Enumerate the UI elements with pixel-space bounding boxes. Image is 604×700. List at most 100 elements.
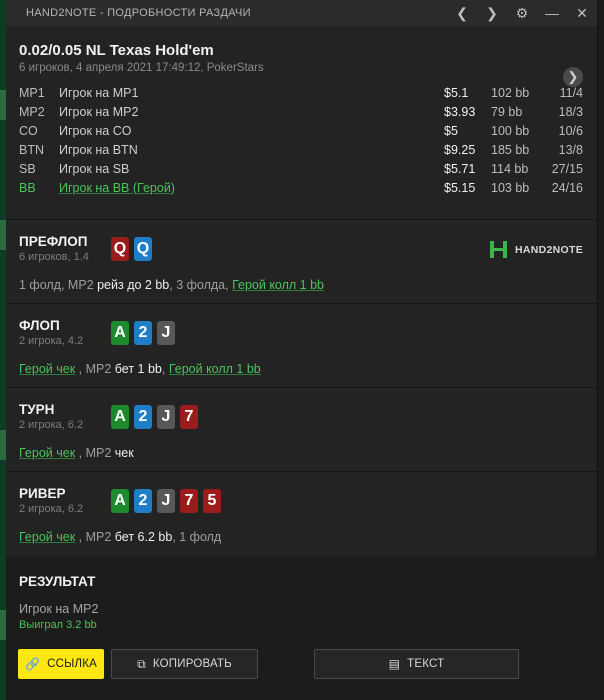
player-name[interactable]: Игрок на MP1 — [59, 86, 444, 100]
player-row: MP1 Игрок на MP1 $5.1 102 bb 11/4 — [19, 83, 583, 102]
hole-cards: QQ — [111, 237, 157, 261]
action-raise: рейз до 2 bb — [97, 278, 170, 292]
player-row: MP2 Игрок на MP2 $3.93 79 bb 18/3 — [19, 102, 583, 121]
street-title: ТУРН — [19, 402, 55, 417]
hero-action-link[interactable]: Герой чек — [19, 530, 75, 544]
player-name[interactable]: Игрок на MP2 — [59, 105, 444, 119]
playing-card: J — [157, 405, 175, 429]
text-button[interactable]: ▤ ТЕКСТ — [314, 649, 519, 679]
action-text: , 1 фолд — [172, 530, 222, 544]
close-icon[interactable]: ✕ — [567, 0, 597, 26]
hero-action-link[interactable]: Герой чек — [19, 446, 75, 460]
action-text: 1 фолд, MP2 — [19, 278, 98, 292]
board-cards: A2J — [111, 321, 180, 345]
hero-player-row: BB Игрок на BB (Герой) $5.15 103 bb 24/1… — [19, 178, 583, 197]
board-cards: A2J7 — [111, 405, 203, 429]
playing-card: 2 — [134, 321, 152, 345]
player-stat: 18/3 — [558, 104, 583, 119]
playing-card: 5 — [203, 489, 221, 513]
river-section: РИВЕР 2 игрока, 6.2 A2J75 Герой чек , MP… — [6, 472, 597, 556]
action-check: чек — [114, 446, 134, 460]
playing-card: A — [111, 321, 129, 345]
turn-section: ТУРН 2 игрока, 6.2 A2J7 Герой чек , MP2 … — [6, 388, 597, 472]
text-button-label: ТЕКСТ — [407, 658, 445, 670]
player-position: MP2 — [19, 104, 45, 119]
street-info: 2 игрока, 4.2 — [19, 335, 84, 347]
player-stack: $5 — [444, 123, 458, 138]
playing-card: 2 — [134, 405, 152, 429]
link-button[interactable]: 🔗 ССЫЛКА — [18, 649, 104, 679]
minimize-icon[interactable]: — — [537, 0, 567, 26]
player-name[interactable]: Игрок на BTN — [59, 143, 444, 157]
player-stack-bb: 102 bb — [491, 85, 530, 100]
action-text: , — [161, 362, 169, 376]
player-row: SB Игрок на SB $5.71 114 bb 27/15 — [19, 159, 583, 178]
street-title: РИВЕР — [19, 486, 66, 501]
player-stack: $3.93 — [444, 104, 476, 119]
playing-card: 7 — [180, 405, 198, 429]
chevron-right-icon[interactable]: ❯ — [477, 0, 507, 26]
street-info: 2 игрока, 6.2 — [19, 503, 84, 515]
playing-card: A — [111, 405, 129, 429]
player-stat: 27/15 — [551, 161, 583, 176]
player-stat: 24/16 — [551, 180, 583, 195]
player-position: SB — [19, 161, 36, 176]
player-position: BB — [19, 180, 36, 195]
action-text: , MP2 — [75, 446, 115, 460]
player-stack-bb: 79 bb — [491, 104, 523, 119]
hand-details-window: HAND2NOTE - ПОДРОБНОСТИ РАЗДАЧИ ❮ ❯ ⚙ — … — [6, 0, 598, 700]
player-position: MP1 — [19, 85, 45, 100]
gear-icon[interactable]: ⚙ — [507, 0, 537, 26]
link-button-label: ССЫЛКА — [47, 658, 98, 670]
winner-amount: Выиграл 3.2 bb — [19, 619, 97, 631]
player-row: CO Игрок на CO $5 100 bb 10/6 — [19, 121, 583, 140]
street-info: 6 игроков, 1.4 — [19, 251, 89, 263]
preflop-actions: 1 фолд, MP2 рейз до 2 bb, 3 фолда, Герой… — [19, 278, 324, 292]
action-text: , 3 фолда, — [169, 278, 233, 292]
action-text: , MP2 — [75, 530, 115, 544]
street-title: ФЛОП — [19, 318, 60, 333]
player-position: BTN — [19, 142, 44, 157]
board-cards: A2J75 — [111, 489, 226, 513]
player-name[interactable]: Игрок на SB — [59, 162, 444, 176]
hero-player-name[interactable]: Игрок на BB (Герой) — [59, 181, 444, 195]
player-row: BTN Игрок на BTN $9.25 185 bb 13/8 — [19, 140, 583, 159]
player-stat: 11/4 — [559, 85, 583, 100]
hand-header: 0.02/0.05 NL Texas Hold'em 6 игроков, 4 … — [6, 26, 597, 220]
logo-text: HAND2NOTE — [514, 243, 583, 256]
player-name[interactable]: Игрок на CO — [59, 124, 444, 138]
document-icon: ▤ — [388, 657, 401, 671]
hero-action-link[interactable]: Герой колл 1 bb — [232, 278, 324, 292]
player-stack-bb: 114 bb — [491, 161, 529, 176]
winner-name: Игрок на MP2 — [19, 602, 99, 616]
hero-action-link[interactable]: Герой колл 1 bb — [169, 362, 261, 376]
title-bar: HAND2NOTE - ПОДРОБНОСТИ РАЗДАЧИ ❮ ❯ ⚙ — … — [6, 0, 597, 26]
copy-button[interactable]: ⧉ КОПИРОВАТЬ — [111, 649, 258, 679]
playing-card: 7 — [180, 489, 198, 513]
hero-action-link[interactable]: Герой чек — [19, 362, 75, 376]
turn-actions: Герой чек , MP2 чек — [19, 446, 134, 460]
player-stack-bb: 185 bb — [491, 142, 530, 157]
playing-card: Q — [134, 237, 152, 261]
copy-button-label: КОПИРОВАТЬ — [152, 658, 232, 670]
playing-card: J — [157, 489, 175, 513]
window-title: HAND2NOTE - ПОДРОБНОСТИ РАЗДАЧИ — [26, 7, 251, 19]
flop-actions: Герой чек , MP2 бет 1 bb, Герой колл 1 b… — [19, 362, 261, 376]
flop-section: ФЛОП 2 игрока, 4.2 A2J Герой чек , MP2 б… — [6, 304, 597, 388]
player-position: CO — [19, 123, 38, 138]
action-bet: бет 1 bb — [114, 362, 162, 376]
player-stack: $5.15 — [444, 180, 476, 195]
playing-card: 2 — [134, 489, 152, 513]
player-stat: 13/8 — [558, 142, 583, 157]
action-bet: бет 6.2 bb — [114, 530, 173, 544]
player-stack: $9.25 — [444, 142, 476, 157]
player-stack-bb: 100 bb — [491, 123, 530, 138]
river-actions: Герой чек , MP2 бет 6.2 bb, 1 фолд — [19, 530, 221, 544]
link-icon: 🔗 — [24, 657, 41, 671]
action-text: , MP2 — [75, 362, 115, 376]
chevron-left-icon[interactable]: ❮ — [447, 0, 477, 26]
chevron-right-icon[interactable]: ❯ — [563, 67, 583, 87]
street-info: 2 игрока, 6.2 — [19, 419, 84, 431]
player-stack-bb: 103 bb — [491, 180, 530, 195]
hand-subtitle: 6 игроков, 4 апреля 2021 17:49:12, Poker… — [19, 62, 264, 74]
